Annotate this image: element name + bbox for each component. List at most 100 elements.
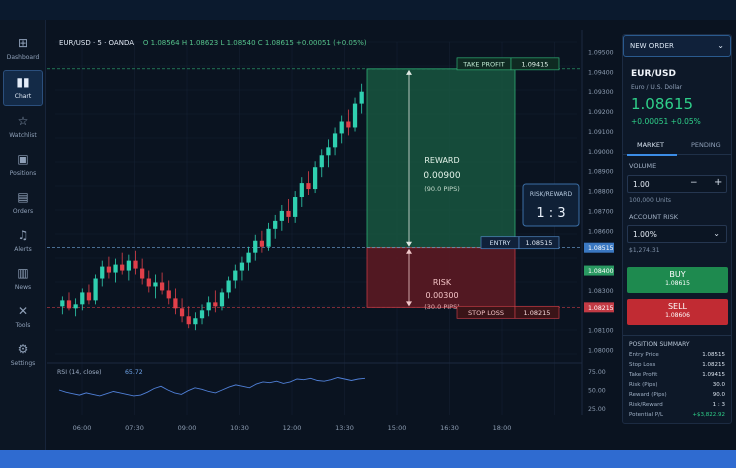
- rsi-tick-label: 50.00: [588, 388, 606, 395]
- y-tick-label: 1.08900: [588, 169, 614, 176]
- position-summary-title: POSITION SUMMARY: [629, 341, 690, 348]
- summary-value: 1.09415: [702, 372, 725, 378]
- pair-name: Euro / U.S. Dollar: [631, 84, 683, 91]
- volume-input[interactable]: 1.00: [633, 180, 650, 189]
- decrement-button[interactable]: −: [690, 178, 698, 188]
- position-summary: POSITION SUMMARY Entry Price 1.08515 Stop…: [623, 335, 731, 425]
- rsi-value: 65.72: [125, 369, 143, 376]
- candle-body: [80, 292, 85, 305]
- candle-body: [153, 282, 158, 287]
- sidebar-item-label: Dashboard: [6, 54, 40, 61]
- sidebar-item-label: Chart: [14, 93, 32, 100]
- summary-label: Entry Price: [629, 352, 659, 358]
- risk-reward-title: RISK/REWARD: [530, 191, 573, 198]
- y-tick-label: 1.08800: [588, 189, 614, 196]
- tab-market[interactable]: MARKET: [637, 141, 664, 149]
- briefcase-icon: ▣: [17, 152, 29, 166]
- candle-body: [206, 302, 211, 311]
- candle-body: [120, 264, 125, 271]
- grid-icon: ⊞: [17, 36, 29, 50]
- sell-button[interactable]: SELL 1.08606: [627, 299, 728, 325]
- summary-value: 1 : 3: [712, 402, 725, 408]
- sidebar-item-label: Orders: [12, 208, 34, 215]
- ohlc-readout: O 1.08564 H 1.08623 L 1.08540 C 1.08615 …: [142, 39, 367, 47]
- volume-stepper: 1.00 − +: [627, 175, 727, 193]
- pair-symbol: EUR/USD: [631, 69, 676, 79]
- sidebar-item-label: Watchlist: [9, 132, 37, 139]
- summary-value: 1.08215: [702, 362, 725, 368]
- stop-loss-value: 1.08215: [524, 309, 551, 317]
- x-tick-label: 16:30: [440, 424, 459, 432]
- x-tick-label: 15:00: [388, 424, 407, 432]
- sidebar-item-alerts[interactable]: ♫ Alerts: [3, 224, 43, 260]
- take-profit-label: TAKE PROFIT: [462, 60, 505, 68]
- order-tabs: MARKET PENDING: [623, 137, 731, 156]
- candle-body: [286, 210, 291, 217]
- top-bar: [0, 0, 736, 20]
- trading-app: ⊞ Dashboard ▮▮ Chart ☆ Watchlist ▣ Posit…: [0, 20, 736, 450]
- y-tick-label: 1.08600: [588, 228, 614, 235]
- summary-label: Take Profit: [629, 372, 658, 378]
- candle-body: [133, 260, 138, 269]
- buy-button[interactable]: BUY 1.08615: [627, 267, 728, 293]
- star-icon: ☆: [17, 114, 29, 128]
- candle-body: [213, 302, 218, 307]
- document-icon: ▤: [17, 190, 29, 204]
- candle-body: [66, 300, 72, 309]
- candle-body: [126, 260, 131, 271]
- candle-body: [186, 316, 191, 325]
- sidebar-item-watchlist[interactable]: ☆ Watchlist: [3, 110, 43, 146]
- sidebar-item-label: Alerts: [14, 246, 32, 253]
- y-tick-label: 1.09200: [588, 109, 614, 116]
- rsi-label: RSI (14, close): [57, 369, 102, 376]
- tools-icon: ✕: [17, 304, 29, 318]
- candle-body: [199, 310, 205, 319]
- price-chart[interactable]: REWARD 0.00900 (90.0 PIPS) RISK 0.00300 (30.0…: [47, 20, 618, 450]
- active-tab-indicator: [627, 154, 677, 156]
- volume-label: VOLUME: [629, 162, 657, 170]
- entry-value: 1.08515: [526, 239, 553, 247]
- candle-body: [173, 298, 178, 309]
- sidebar-item-orders[interactable]: ▤ Orders: [3, 186, 43, 222]
- sidebar-item-positions[interactable]: ▣ Positions: [3, 148, 43, 184]
- increment-button[interactable]: +: [714, 177, 722, 188]
- sidebar-item-chart[interactable]: ▮▮ Chart: [3, 70, 43, 106]
- sidebar-item-label: Settings: [10, 360, 36, 367]
- x-tick-label: 12:00: [283, 424, 302, 432]
- candle-body: [93, 278, 98, 301]
- account-risk-label: ACCOUNT RISK: [629, 213, 679, 221]
- order-type-select[interactable]: NEW ORDER ⌄: [623, 35, 731, 57]
- candle-body: [226, 280, 231, 293]
- sidebar-item-tools[interactable]: ✕ Tools: [3, 300, 43, 336]
- candle-body: [146, 278, 151, 287]
- account-risk-value: 1.00%: [633, 230, 657, 239]
- tab-pending[interactable]: PENDING: [691, 141, 721, 149]
- candle-body: [326, 147, 331, 156]
- summary-value: +$3,822.92: [692, 412, 725, 418]
- candle-body: [86, 292, 92, 301]
- chart-symbol[interactable]: EUR/USD · 5 · OANDA: [59, 39, 134, 47]
- reward-value: 0.00900: [423, 171, 460, 181]
- y-tick-label: 1.08700: [588, 208, 614, 215]
- y-tick-label: 1.08100: [588, 328, 614, 335]
- candle-body: [179, 308, 185, 317]
- reward-pips: (90.0 PIPS): [424, 185, 460, 193]
- sidebar-item-settings[interactable]: ⚙ Settings: [3, 338, 43, 374]
- candle-body: [259, 240, 265, 247]
- bottom-bar: [0, 450, 736, 468]
- summary-value: 30.0: [712, 382, 725, 388]
- sidebar-item-dashboard[interactable]: ⊞ Dashboard: [3, 32, 43, 68]
- account-risk-select[interactable]: 1.00% ⌄: [627, 225, 727, 243]
- y-tick-label: 1.09300: [588, 89, 614, 96]
- current-price: 1.08615: [631, 95, 694, 113]
- chart-area[interactable]: REWARD 0.00900 (90.0 PIPS) RISK 0.00300 (30.0…: [47, 20, 618, 450]
- candle-body: [293, 197, 298, 217]
- summary-row: Stop Loss 1.08215: [629, 362, 725, 371]
- summary-row: Entry Price 1.08515: [629, 352, 725, 361]
- rsi-tick-label: 75.00: [588, 369, 606, 376]
- candle-body: [140, 268, 145, 279]
- risk-pips: (30.0 PIPS): [424, 303, 460, 311]
- sell-price: 1.08606: [665, 312, 690, 319]
- candle-body: [113, 264, 118, 273]
- sidebar-item-news[interactable]: ▥ News: [3, 262, 43, 298]
